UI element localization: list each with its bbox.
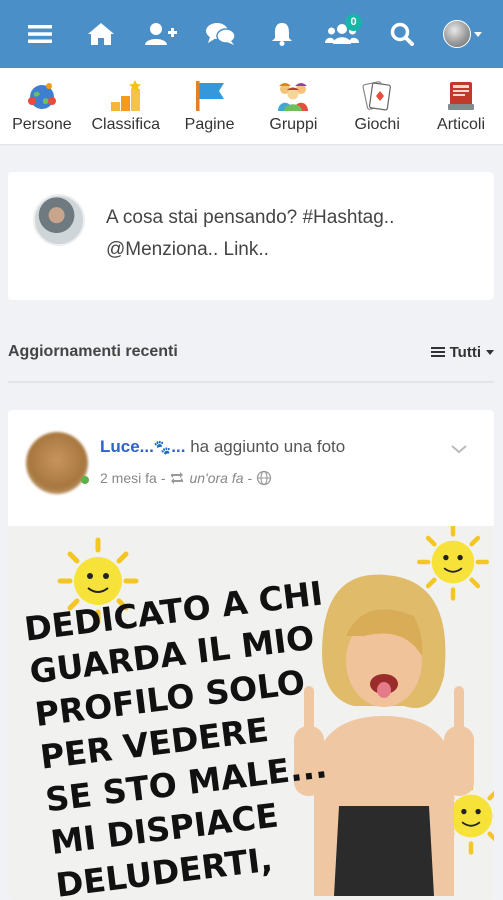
post-action: ha aggiunto una foto bbox=[190, 437, 346, 456]
ranking-icon bbox=[110, 80, 141, 111]
category-label: Persone bbox=[12, 116, 72, 133]
profile-menu-button[interactable] bbox=[443, 14, 483, 54]
chevron-down-icon bbox=[486, 349, 494, 355]
category-label: Giochi bbox=[354, 116, 400, 133]
group-icon bbox=[278, 83, 309, 111]
add-friend-button[interactable] bbox=[141, 14, 181, 54]
people-globe-icon bbox=[27, 83, 56, 109]
post-composer[interactable]: A cosa stai pensando? #Hashtag.. @Menzio… bbox=[8, 172, 494, 300]
feed-filter-label: Tutti bbox=[449, 343, 481, 361]
feed-filter-dropdown[interactable]: Tutti bbox=[430, 343, 494, 361]
globe-icon bbox=[257, 470, 272, 486]
online-status-dot bbox=[81, 476, 89, 484]
category-persone[interactable]: Persone bbox=[2, 78, 82, 134]
messages-icon bbox=[206, 23, 237, 45]
divider bbox=[8, 381, 494, 383]
notifications-button[interactable] bbox=[262, 14, 302, 54]
menu-icon bbox=[28, 25, 53, 43]
search-icon bbox=[391, 22, 415, 46]
meme-caption: DEDICATO A CHI GUARDA IL MIO PROFILO SOL… bbox=[22, 573, 330, 900]
category-giochi[interactable]: Giochi bbox=[337, 78, 417, 134]
search-button[interactable] bbox=[382, 14, 422, 54]
avatar bbox=[443, 20, 472, 48]
category-label: Gruppi bbox=[269, 116, 318, 133]
avatar bbox=[33, 194, 85, 246]
groups-badge: 0 bbox=[345, 14, 363, 31]
feed-header: Aggiornamenti recenti Tutti bbox=[8, 340, 494, 364]
category-articoli[interactable]: Articoli bbox=[421, 78, 501, 134]
flag-icon bbox=[195, 81, 224, 111]
avatar[interactable] bbox=[26, 432, 88, 494]
top-navbar: 0 bbox=[0, 0, 503, 68]
bell-icon bbox=[271, 23, 292, 46]
list-icon bbox=[430, 347, 445, 357]
chevron-down-icon bbox=[451, 445, 467, 454]
category-nav: Persone Classifica Pagine Gruppi Giochi … bbox=[0, 68, 503, 144]
category-gruppi[interactable]: Gruppi bbox=[253, 78, 333, 134]
add-friend-icon bbox=[144, 23, 177, 45]
post-options-button[interactable] bbox=[450, 442, 468, 460]
groups-button[interactable]: 0 bbox=[322, 14, 363, 54]
paw-icon: 🐾 bbox=[153, 439, 172, 455]
post-shared-time: un'ora fa bbox=[189, 470, 244, 486]
messages-button[interactable] bbox=[201, 14, 241, 54]
category-pagine[interactable]: Pagine bbox=[170, 78, 250, 134]
post-author-link[interactable]: Luce...🐾... bbox=[100, 437, 185, 456]
menu-button[interactable] bbox=[20, 14, 60, 54]
chevron-down-icon bbox=[474, 31, 483, 37]
feed-post: Luce...🐾... ha aggiunto una foto 2 mesi … bbox=[8, 410, 494, 900]
cards-icon bbox=[362, 81, 392, 111]
composer-input[interactable]: A cosa stai pensando? #Hashtag.. @Menzio… bbox=[106, 202, 466, 266]
repost-icon bbox=[171, 472, 184, 484]
post-header: Luce...🐾... ha aggiunto una foto bbox=[100, 437, 345, 457]
home-icon bbox=[87, 23, 114, 45]
articles-icon bbox=[448, 82, 475, 110]
category-label: Articoli bbox=[437, 116, 486, 133]
category-classifica[interactable]: Classifica bbox=[86, 78, 166, 134]
post-photo[interactable]: DEDICATO A CHI GUARDA IL MIO PROFILO SOL… bbox=[8, 526, 494, 900]
category-label: Pagine bbox=[184, 116, 235, 133]
category-label: Classifica bbox=[91, 116, 160, 133]
post-meta: 2 mesi fa - un'ora fa - bbox=[100, 470, 272, 486]
home-button[interactable] bbox=[81, 14, 121, 54]
post-time[interactable]: 2 mesi fa bbox=[100, 470, 157, 486]
feed-title: Aggiornamenti recenti bbox=[8, 343, 178, 360]
